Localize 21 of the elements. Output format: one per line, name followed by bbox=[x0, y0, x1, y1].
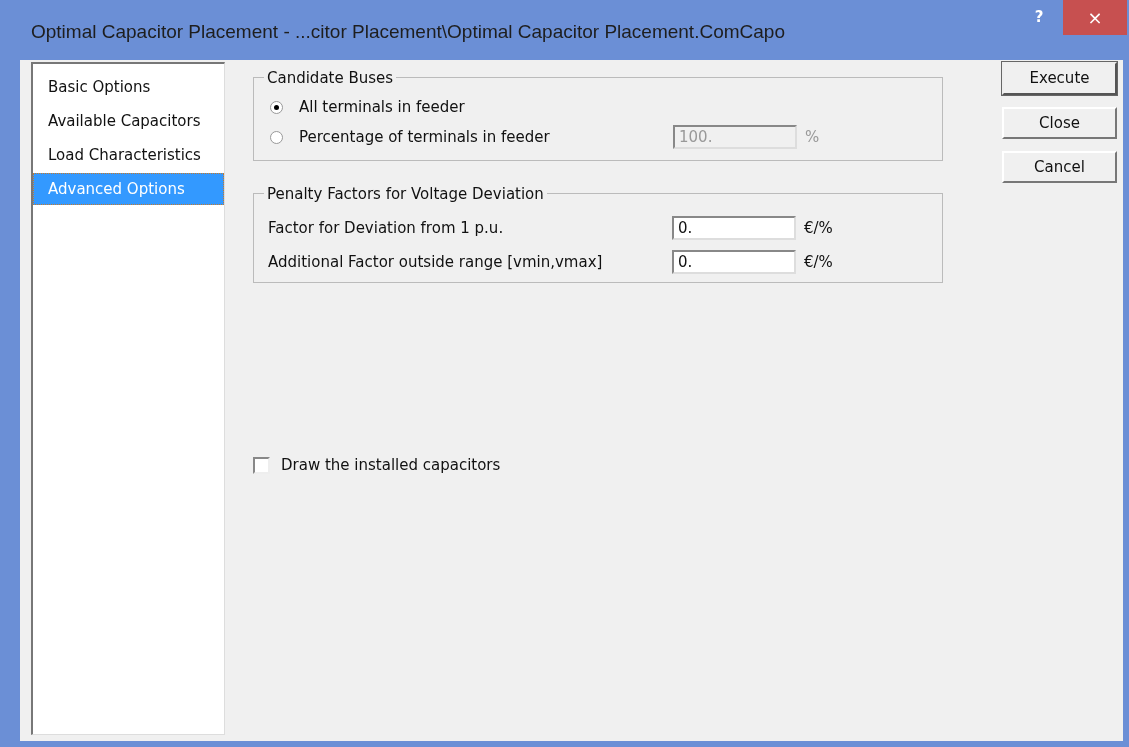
radio-label: All terminals in feeder bbox=[299, 96, 466, 118]
dialog-button[interactable]: Execute bbox=[1002, 62, 1117, 95]
unit-label: % bbox=[805, 126, 820, 148]
dialog-button[interactable]: Cancel bbox=[1002, 151, 1117, 183]
close-button[interactable]: × bbox=[1063, 0, 1127, 35]
radio-button[interactable] bbox=[270, 130, 283, 144]
unit-label: €/% bbox=[804, 217, 833, 239]
field-label: Additional Factor outside range [vmin,vmax] bbox=[268, 251, 604, 273]
sidebar-item[interactable]: Available Capacitors bbox=[33, 105, 224, 137]
field-label: Factor for Deviation from 1 p.u. bbox=[268, 217, 505, 239]
radio-button[interactable] bbox=[270, 100, 283, 114]
factor-field[interactable]: 0. bbox=[672, 250, 796, 274]
radio-label: Percentage of terminals in feeder bbox=[299, 126, 551, 148]
sidebar-item[interactable]: Basic Options bbox=[33, 71, 224, 103]
factor-field[interactable]: 0. bbox=[672, 216, 796, 240]
checkbox[interactable] bbox=[253, 456, 270, 474]
dialog-button[interactable]: Close bbox=[1002, 107, 1117, 139]
unit-label: €/% bbox=[804, 251, 833, 273]
window-title: Optimal Capacitor Placement - ...citor Placement\Optimal Capacitor Placement.ComCapo bbox=[31, 20, 785, 44]
sidebar-item[interactable]: Load Characteristics bbox=[33, 139, 224, 171]
checkbox-label: Draw the installed capacitors bbox=[281, 455, 501, 476]
